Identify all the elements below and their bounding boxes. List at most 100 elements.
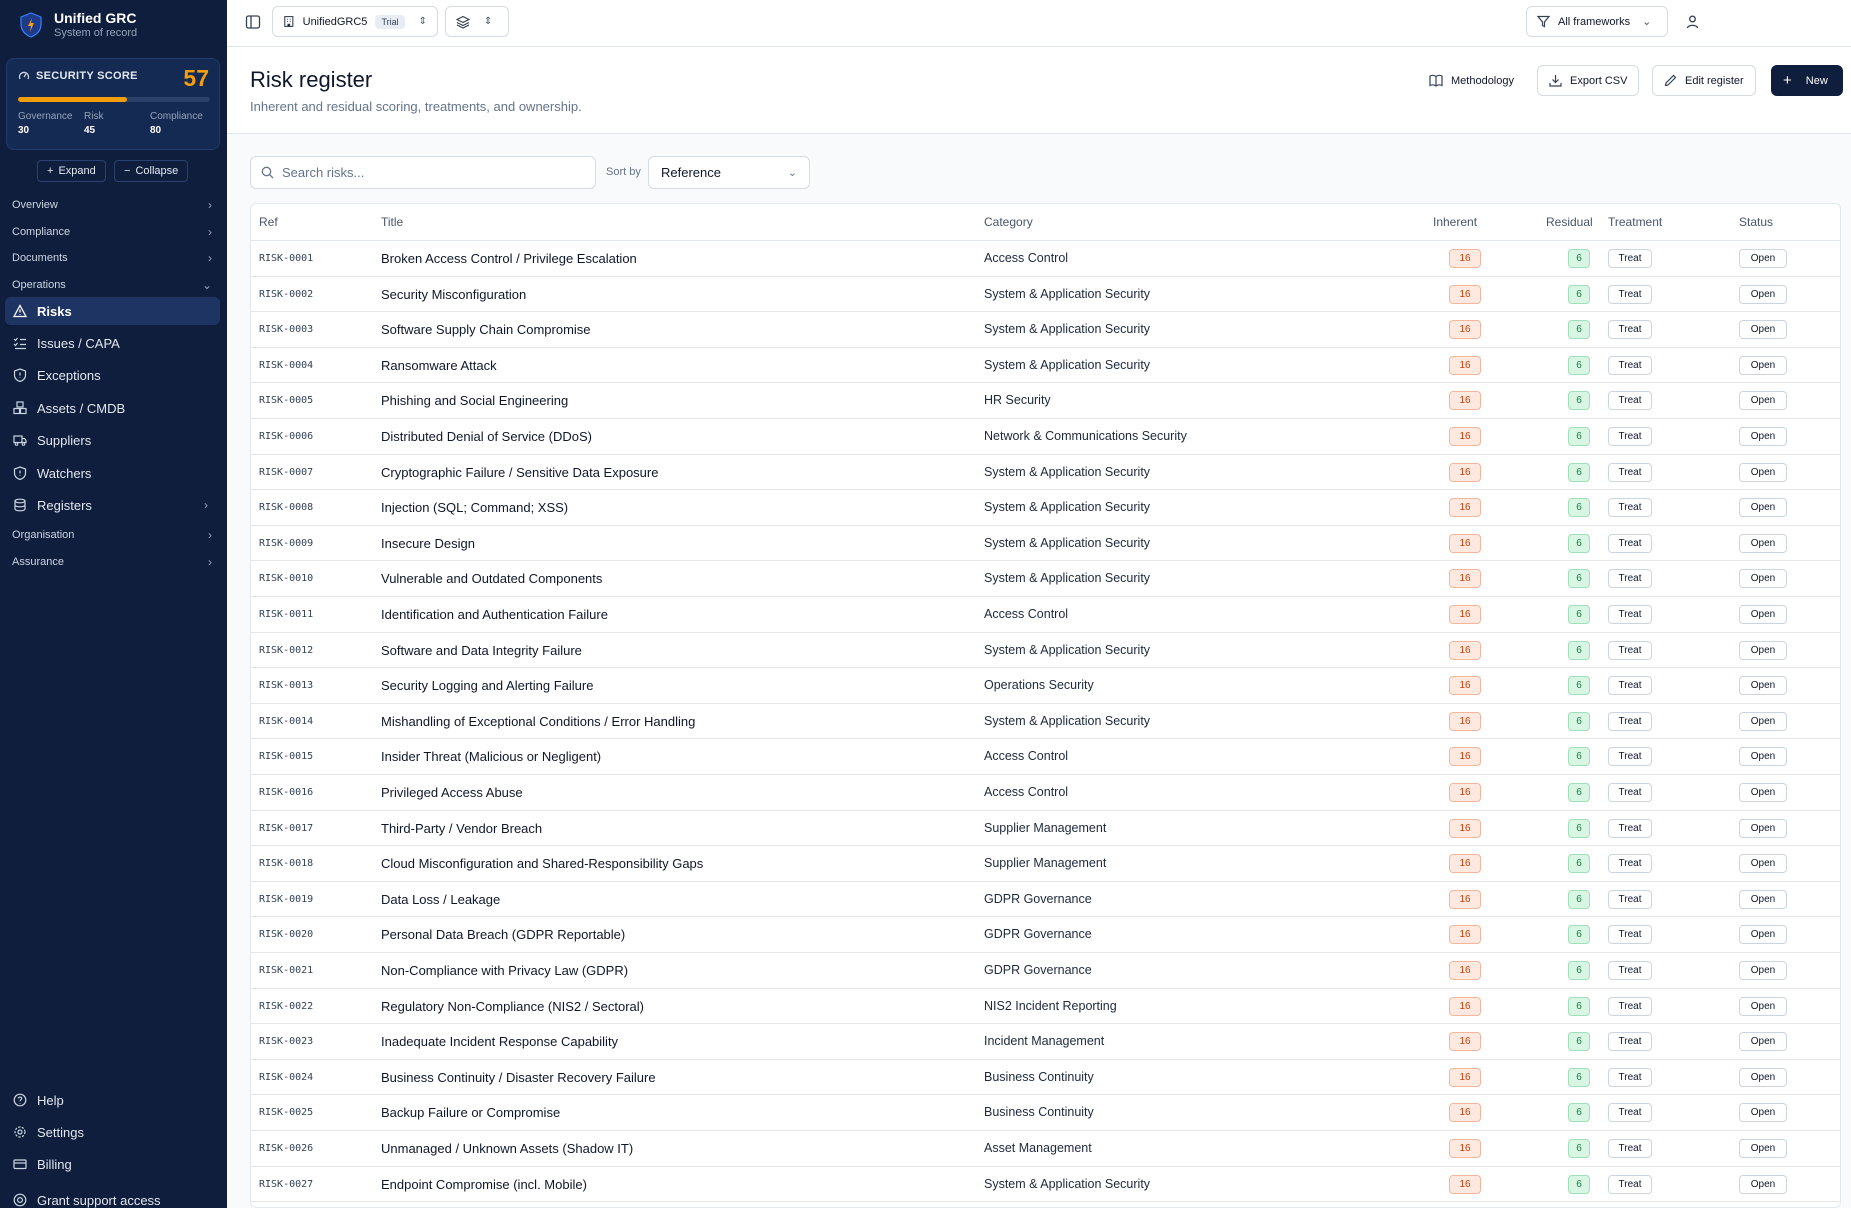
table-row[interactable]: RISK-0007 Cryptographic Failure / Sensiti… [251,455,1840,491]
card-icon [13,1159,27,1170]
inherent-score-badge: 16 [1449,1139,1481,1158]
search-input[interactable] [282,165,582,180]
score-metric-compliance: Compliance 80 [150,111,203,136]
risk-category: System & Application Security [984,535,1151,550]
column-header-ref[interactable]: Ref [259,215,278,229]
truck-icon [13,435,27,446]
brand[interactable]: Unified GRC System of record [20,10,137,40]
table-row[interactable]: RISK-0001 Broken Access Control / Privile… [251,241,1840,277]
table-row[interactable]: RISK-0021 Non-Compliance with Privacy Law… [251,953,1840,989]
security-score-card[interactable]: SECURITY SCORE 57 Governance 30 Risk 45 Co… [6,58,220,150]
table-header: Ref Title Category Inherent Residual Tre… [251,204,1840,241]
layers-switcher[interactable]: ⇕ [445,6,509,37]
treatment-badge: Treat [1608,320,1652,340]
table-row[interactable]: RISK-0017 Third-Party / Vendor Breach Supp… [251,811,1840,847]
user-icon[interactable] [1685,14,1700,29]
risk-ref: RISK-0005 [259,395,314,407]
sidebar-item-watchers[interactable]: Watchers [5,459,220,487]
treatment-badge: Treat [1608,996,1652,1016]
nav-section-overview[interactable]: Overview › [12,198,212,212]
sidebar-item-registers[interactable]: Registers › [5,491,220,519]
sidebar-item-issues-capa[interactable]: Issues / CAPA [5,329,220,357]
table-row[interactable]: RISK-0027 Endpoint Compromise (incl. Mobi… [251,1167,1840,1203]
table-row[interactable]: RISK-0025 Backup Failure or Compromise Bus… [251,1095,1840,1131]
page-subtitle: Inherent and residual scoring, treatment… [250,99,582,114]
edit-register-button[interactable]: Edit register [1652,65,1756,96]
status-badge: Open [1739,783,1787,802]
table-row[interactable]: RISK-0015 Insider Threat (Malicious or Ne… [251,739,1840,775]
chevron-right-icon: › [208,198,212,212]
sidebar-item-suppliers[interactable]: Suppliers [5,426,220,454]
methodology-button[interactable]: Methodology [1417,65,1526,96]
treatment-badge: Treat [1608,783,1652,802]
sidebar-item-grant-support[interactable]: Grant support access [5,1186,220,1208]
risk-category: Access Control [984,785,1069,799]
new-risk-button[interactable]: + New [1771,65,1843,96]
column-header-residual[interactable]: Residual [1546,215,1593,229]
table-row[interactable]: RISK-0026 Unmanaged / Unknown Assets (Sha… [251,1131,1840,1167]
table-row[interactable]: RISK-0023 Inadequate Incident Response Ca… [251,1024,1840,1060]
sidebar-item-help[interactable]: Help [5,1086,220,1114]
org-switcher[interactable]: UnifiedGRC5 Trial ⇕ [272,6,438,37]
table-row[interactable]: RISK-0008 Injection (SQL; Command; XSS) Sy… [251,490,1840,526]
table-row[interactable]: RISK-0010 Vulnerable and Outdated Compone… [251,561,1840,597]
nav-section-documents[interactable]: Documents › [12,251,212,265]
table-row[interactable]: RISK-0004 Ransomware Attack System & Appli… [251,348,1840,384]
column-header-category[interactable]: Category [984,215,1033,229]
risk-ref: RISK-0001 [259,253,314,264]
sidebar-item-exceptions[interactable]: Exceptions [5,361,220,389]
table-row[interactable]: RISK-0018 Cloud Misconfiguration and Shar… [251,846,1840,882]
sidebar-item-settings[interactable]: Settings [5,1118,220,1146]
risk-title: Insecure Design [381,535,475,551]
frameworks-filter[interactable]: All frameworks ⌄ [1526,6,1668,37]
table-row[interactable]: RISK-0016 Privileged Access Abuse Access C… [251,775,1840,811]
risk-ref: RISK-0018 [259,858,314,870]
column-header-treatment[interactable]: Treatment [1608,215,1662,229]
table-row[interactable]: RISK-0009 Insecure Design System & Applica… [251,526,1840,562]
residual-score-badge: 6 [1568,925,1590,945]
chevron-right-icon: › [208,555,212,569]
sidebar-item-assets-cmdb[interactable]: Assets / CMDB [5,394,220,422]
gauge-icon [18,71,30,80]
table-row[interactable]: RISK-0005 Phishing and Social Engineering… [251,383,1840,419]
table-row[interactable]: RISK-0003 Software Supply Chain Compromis… [251,312,1840,348]
table-row[interactable]: RISK-0022 Regulatory Non-Compliance (NIS2… [251,989,1840,1025]
nav-section-compliance[interactable]: Compliance › [12,225,212,239]
table-row[interactable]: RISK-0019 Data Loss / Leakage GDPR Governa… [251,882,1840,918]
table-row[interactable]: RISK-0024 Business Continuity / Disaster … [251,1060,1840,1096]
nav-section-label: Operations [12,279,66,291]
inherent-score-badge: 16 [1449,747,1481,767]
sidebar-item-billing[interactable]: Billing [5,1150,220,1178]
sort-select[interactable]: Reference ⌄ [648,156,810,189]
table-row[interactable]: RISK-0002 Security Misconfiguration System… [251,277,1840,313]
chevron-up-down-icon: ⇕ [418,16,427,27]
column-header-inherent[interactable]: Inherent [1433,215,1477,229]
nav-section-operations[interactable]: Operations ⌄ [12,278,212,292]
sidebar-item-label: Help [37,1092,64,1108]
chevron-right-icon: › [204,498,208,512]
risk-title: Security Logging and Alerting Failure [381,678,594,694]
table-row[interactable]: RISK-0020 Personal Data Breach (GDPR Repo… [251,917,1840,953]
nav-section-organisation[interactable]: Organisation › [12,528,212,542]
column-header-title[interactable]: Title [381,215,403,229]
column-header-status[interactable]: Status [1739,215,1773,229]
expand-button[interactable]: + Expand [37,160,106,182]
table-row[interactable]: RISK-0013 Security Logging and Alerting F… [251,668,1840,704]
table-row[interactable]: RISK-0014 Mishandling of Exceptional Cond… [251,704,1840,740]
nav-section-assurance[interactable]: Assurance › [12,555,212,569]
search-field[interactable] [250,156,596,189]
table-row[interactable]: RISK-0012 Software and Data Integrity Fai… [251,633,1840,669]
risk-ref: RISK-0017 [259,822,314,834]
risk-title: Third-Party / Vendor Breach [381,820,543,836]
table-row[interactable]: RISK-0011 Identification and Authenticati… [251,597,1840,633]
table-row[interactable]: RISK-0006 Distributed Denial of Service (… [251,419,1840,455]
sidebar-item-risks[interactable]: Risks [5,297,220,325]
status-badge: Open [1739,320,1787,340]
collapse-button[interactable]: − Collapse [114,160,189,182]
sidebar-toggle-icon[interactable] [245,14,261,30]
risk-ref: RISK-0024 [259,1071,314,1083]
export-csv-button[interactable]: Export CSV [1537,65,1640,96]
sidebar-item-label: Grant support access [37,1192,161,1208]
sidebar-item-label: Issues / CAPA [37,335,120,351]
risk-category: System & Application Security [984,713,1151,728]
